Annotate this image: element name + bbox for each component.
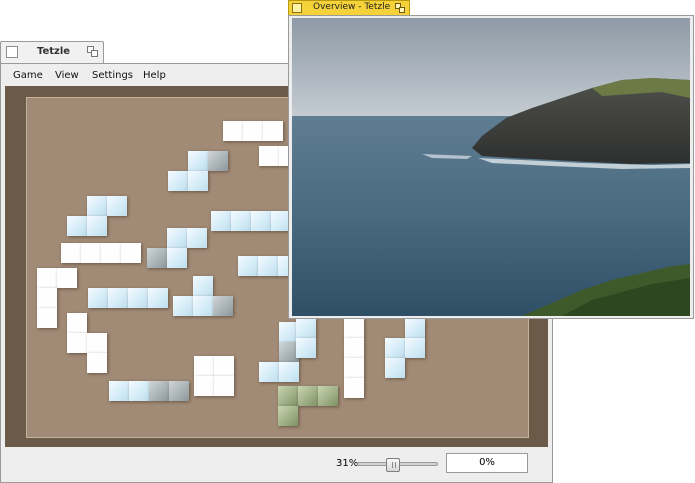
puzzle-piece-cell [238,256,258,276]
puzzle-piece-cell [194,376,214,396]
puzzle-piece-cell [37,308,57,328]
puzzle-piece-cell [167,228,187,248]
puzzle-piece-cell [318,386,338,406]
puzzle-piece-cell [87,196,107,216]
overview-window [288,15,694,319]
puzzle-piece-cell [214,356,234,376]
progress-display: 0% [446,453,528,473]
puzzle-piece-cell [405,318,425,338]
puzzle-piece-cell [147,248,167,268]
puzzle-piece-cell [148,288,168,308]
puzzle-piece-cell [344,378,364,398]
overview-image [292,18,690,316]
puzzle-piece-cell [81,243,101,263]
puzzle-piece-cell [88,288,108,308]
puzzle-piece-cell [101,243,121,263]
puzzle-piece-cell [61,243,81,263]
puzzle-piece-cell [296,318,316,338]
puzzle-piece-cell [231,211,251,231]
puzzle-piece-cell [405,338,425,358]
restore-icon[interactable] [87,46,99,58]
menu-help[interactable]: Help [143,70,166,81]
puzzle-piece-cell [87,353,107,373]
puzzle-piece-cell [278,406,298,426]
menu-view[interactable]: View [55,70,79,81]
puzzle-piece-cell [107,196,127,216]
puzzle-piece-cell [37,288,57,308]
puzzle-piece-cell [187,228,207,248]
puzzle-piece-cell [37,268,57,288]
zoom-slider[interactable] [357,458,438,472]
puzzle-piece-cell [344,358,364,378]
coastal-photo [292,18,690,316]
window-icon[interactable] [6,46,18,58]
status-bar: 31% 0% [5,449,548,479]
puzzle-piece-cell [108,288,128,308]
puzzle-piece-cell [149,381,169,401]
menu-game[interactable]: Game [13,70,43,81]
puzzle-piece-cell [121,243,141,263]
menu-settings[interactable]: Settings [92,70,133,81]
puzzle-piece-cell [57,268,77,288]
window-title: Tetzle [37,46,71,57]
puzzle-piece-cell [214,376,234,396]
puzzle-piece-cell [278,386,298,406]
puzzle-piece-cell [385,358,405,378]
overview-title: Overview - Tetzle [313,2,391,12]
puzzle-piece-cell [67,313,87,333]
puzzle-piece-cell [193,296,213,316]
puzzle-piece-cell [279,362,299,382]
puzzle-piece-cell [211,211,231,231]
puzzle-piece-cell [296,338,316,358]
zoom-label: 31% [336,458,359,469]
puzzle-piece-cell [87,216,107,236]
puzzle-piece-cell [67,333,87,353]
puzzle-piece-cell [258,256,278,276]
slider-handle-icon[interactable] [386,458,401,472]
puzzle-piece-cell [259,146,279,166]
puzzle-piece-cell [67,216,87,236]
puzzle-piece-cell [173,296,193,316]
puzzle-piece-cell [344,318,364,338]
puzzle-piece-cell [188,171,208,191]
puzzle-piece-cell [385,338,405,358]
puzzle-piece-cell [208,151,228,171]
puzzle-piece-cell [223,121,243,141]
puzzle-piece-cell [194,356,214,376]
puzzle-piece-cell [298,386,318,406]
puzzle-piece-cell [128,288,148,308]
puzzle-piece-cell [259,362,279,382]
puzzle-piece-cell [188,151,208,171]
puzzle-piece-cell [193,276,213,296]
main-window-titlebar[interactable]: Tetzle [0,41,104,63]
puzzle-piece-cell [167,248,187,268]
puzzle-piece-cell [263,121,283,141]
overview-titlebar[interactable]: Overview - Tetzle [288,0,410,15]
puzzle-piece-cell [251,211,271,231]
puzzle-piece-cell [87,333,107,353]
puzzle-piece-cell [344,338,364,358]
puzzle-piece-cell [129,381,149,401]
window-icon[interactable] [292,3,302,13]
puzzle-piece-cell [213,296,233,316]
puzzle-piece-cell [243,121,263,141]
puzzle-piece-cell [109,381,129,401]
puzzle-piece-cell [169,381,189,401]
puzzle-piece-cell [168,171,188,191]
restore-icon[interactable] [395,3,406,14]
menu-bar: Game View Settings Help [5,68,295,86]
